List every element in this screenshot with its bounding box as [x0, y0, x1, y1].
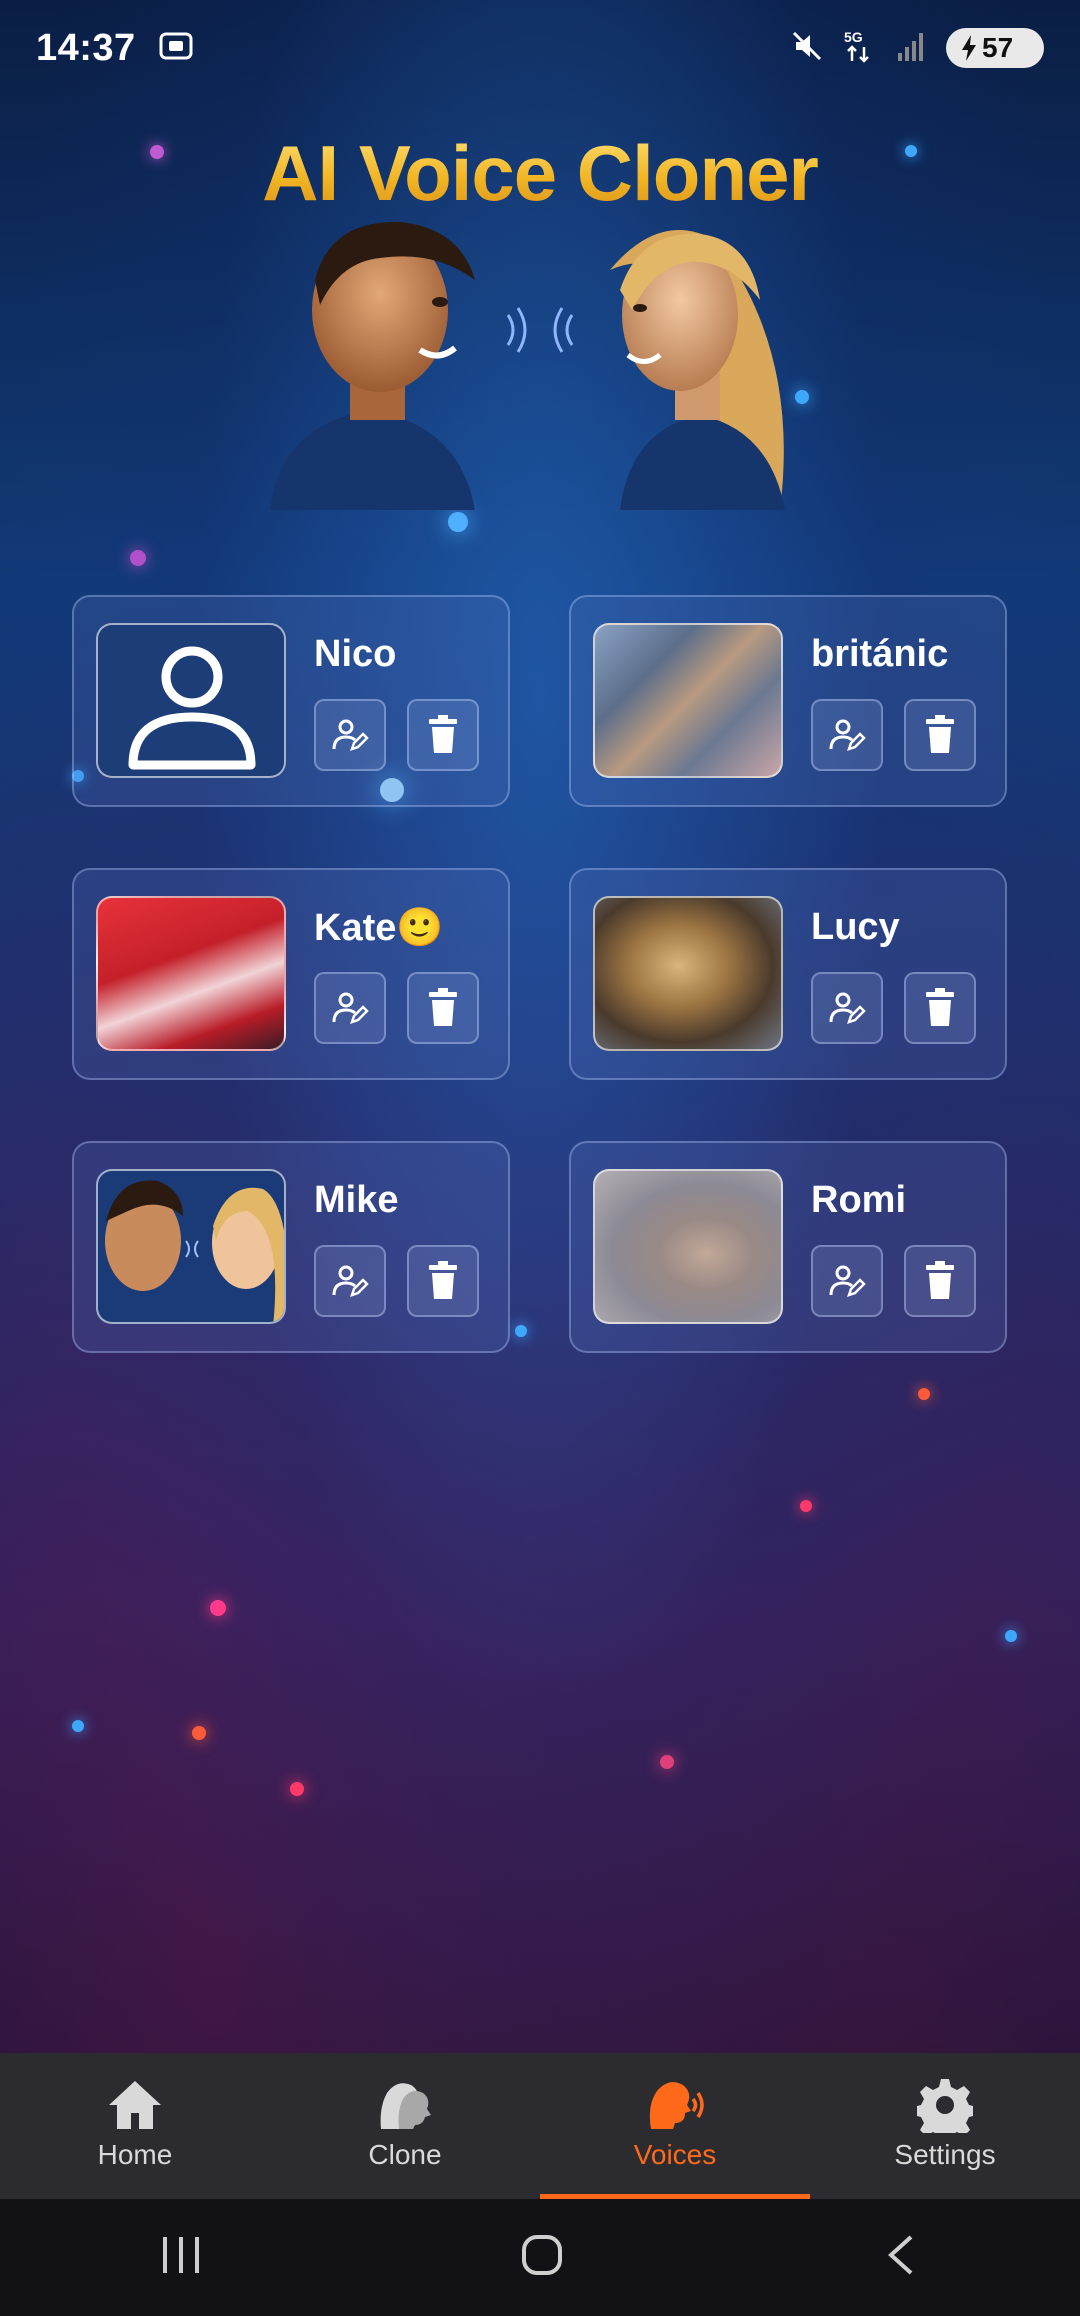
edit-voice-button[interactable] [314, 972, 386, 1044]
app-title: AI Voice Cloner [0, 128, 1080, 219]
nav-item-voices[interactable]: Voices [540, 2053, 810, 2199]
edit-voice-button[interactable] [811, 1245, 883, 1317]
trash-icon [429, 988, 457, 1026]
voice-card-mike[interactable]: Mike [72, 1141, 510, 1353]
signal-icon [894, 29, 928, 68]
voice-name: Romi [811, 1179, 906, 1221]
hero-illustration [260, 210, 820, 510]
delete-voice-button[interactable] [904, 699, 976, 771]
edit-voice-button[interactable] [811, 972, 883, 1044]
screenshot-icon [158, 28, 194, 69]
voice-name: Nico [314, 633, 397, 675]
trash-icon [429, 715, 457, 753]
nav-label: Settings [894, 2139, 996, 2170]
nav-item-home[interactable]: Home [0, 2053, 270, 2199]
voice-card-britanic[interactable]: británic [569, 595, 1007, 807]
edit-person-icon [829, 1265, 866, 1297]
edit-voice-button[interactable] [314, 1245, 386, 1317]
voice-thumbnail-fabric-photo [593, 623, 783, 778]
delete-voice-button[interactable] [904, 1245, 976, 1317]
edit-person-icon [332, 992, 369, 1024]
voice-thumbnail-red-sign-photo [96, 896, 286, 1051]
voice-name: Kate🙂 [314, 907, 444, 949]
delete-voice-button[interactable] [904, 972, 976, 1044]
voice-card-lucy[interactable]: Lucy [569, 868, 1007, 1080]
5g-icon: 5G [842, 27, 876, 70]
voice-card-nico[interactable]: Nico [72, 595, 510, 807]
nav-label: Clone [368, 2139, 442, 2170]
battery-level: 57 [982, 32, 1014, 63]
trash-icon [926, 988, 954, 1026]
home-icon [109, 2081, 161, 2129]
edit-person-icon [332, 719, 369, 751]
nav-item-clone[interactable]: Clone [270, 2053, 540, 2199]
voice-thumbnail-cat-photo [593, 896, 783, 1051]
edit-person-icon [332, 1265, 369, 1297]
trash-icon [926, 715, 954, 753]
voice-card-kate[interactable]: Kate🙂 [72, 868, 510, 1080]
mute-icon [790, 29, 824, 68]
nav-label: Home [97, 2139, 173, 2170]
clone-voice-icon [380, 2083, 431, 2129]
voice-name: británic [811, 633, 949, 675]
nav-item-settings[interactable]: Settings [810, 2053, 1080, 2199]
trash-icon [926, 1261, 954, 1299]
delete-voice-button[interactable] [407, 699, 479, 771]
home-system-button[interactable] [520, 2233, 564, 2282]
recents-icon [162, 2237, 199, 2273]
gear-icon [917, 2079, 973, 2133]
battery-charging-icon [962, 35, 976, 61]
edit-voice-button[interactable] [314, 699, 386, 771]
person-icon [128, 646, 256, 770]
trash-icon [429, 1261, 457, 1299]
clock: 14:37 [36, 26, 136, 69]
delete-voice-button[interactable] [407, 1245, 479, 1317]
system-nav-bar [0, 2199, 1080, 2316]
voice-name: Lucy [811, 906, 900, 948]
back-icon [888, 2235, 913, 2275]
voice-name: Mike [314, 1179, 399, 1221]
voice-thumbnail-cat-blanket-photo [593, 1169, 783, 1324]
battery-indicator: 57 [946, 28, 1044, 68]
svg-text:5G: 5G [844, 29, 863, 45]
edit-person-icon [829, 992, 866, 1024]
voice-thumbnail-default-avatar [96, 623, 286, 778]
back-button[interactable] [881, 2233, 921, 2282]
recents-button[interactable] [159, 2235, 203, 2280]
delete-voice-button[interactable] [407, 972, 479, 1044]
voices-icon [649, 2082, 704, 2129]
bottom-nav: Home Clone Voices Settings [0, 2053, 1080, 2199]
edit-voice-button[interactable] [811, 699, 883, 771]
voice-card-romi[interactable]: Romi [569, 1141, 1007, 1353]
status-bar: 14:37 5G 57 [0, 0, 1080, 96]
nav-label: Voices [633, 2139, 717, 2170]
home-circle-icon [521, 2235, 562, 2275]
edit-person-icon [829, 719, 866, 751]
voice-thumbnail-two-faces-photo [96, 1169, 286, 1324]
